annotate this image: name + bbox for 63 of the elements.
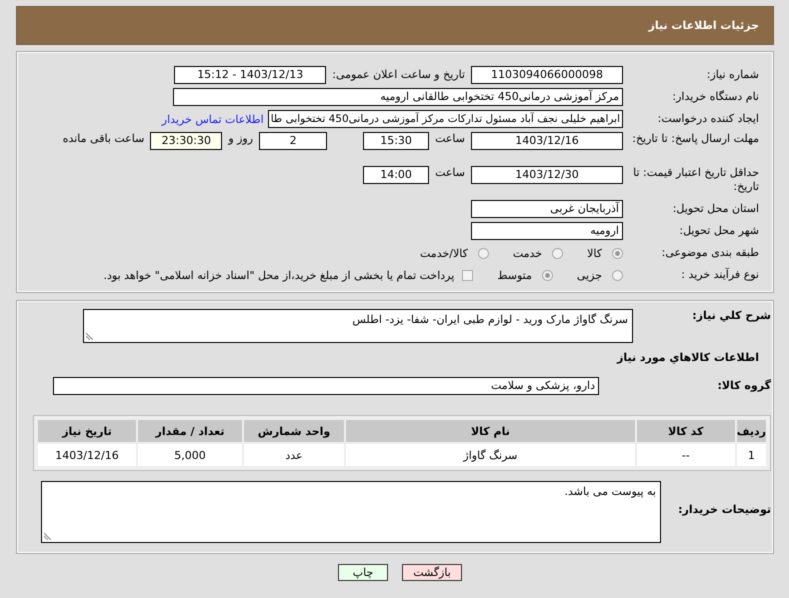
field-label: توضیحات خریدار: [677,503,771,517]
input-field[interactable]: 15:30 [363,132,430,150]
input-field[interactable]: 14:00 [363,166,430,184]
input-field[interactable]: 1403/12/30 [471,166,623,184]
field-label: متوسط [497,268,532,282]
field-label: نوع فرآیند خرید : [680,268,759,282]
field-label: خدمت [512,246,542,260]
input-field[interactable]: 23:30:30 [150,132,222,150]
field-label: شهر محل تحویل: [678,224,759,238]
back-button[interactable]: بازگشت [402,564,462,581]
print-button[interactable]: چاپ [338,564,388,581]
field-label: جزیی [576,268,602,282]
field-label: پرداخت تمام یا بخشی از مبلغ خرید،از محل "اسناد خزانه اسلامی" خواهد بود. [104,268,454,282]
input-field[interactable]: 1403/12/16 [471,132,623,150]
table-cell: 1403/12/16 [38,444,136,466]
field-label: مهلت ارسال پاسخ: تا تاریخ: [631,132,759,146]
field-label: ساعت [435,166,465,179]
input-field[interactable]: مرکز آموزشی درمانی450 تختخوابی طالقانی ارومیه [173,88,623,106]
input-field[interactable]: دارو، پزشکی و سلامت [53,377,599,395]
field-label: طبقه بندی موضوعی: [660,246,759,260]
resize-grip-icon[interactable] [44,532,52,540]
input-field[interactable]: 1403/12/13 - 15:12 [174,66,326,84]
page-title: جزئیات اطلاعات نیاز [648,19,759,32]
field-label: گروه کالا: [716,379,771,393]
contact-link[interactable]: اطلاعات تماس خریدار [162,112,264,126]
field-label: نام دستگاه خریدار: [671,90,759,104]
column-header: تاریخ نیاز [38,420,136,442]
checkbox[interactable] [462,270,474,280]
input-field[interactable]: آذربایجان غربی [471,200,623,218]
table-cell: 1 [736,444,766,466]
input-field[interactable]: ارومیه [471,222,623,240]
field-label: شماره نیاز: [706,68,759,82]
field-label: استان محل تحویل: [672,202,759,216]
column-header: تعداد / مقدار [138,420,242,442]
field-label: ایجاد کننده درخواست: [656,112,759,126]
field-label: کالا/خدمت [420,246,468,260]
input-field[interactable]: به پیوست می باشد. [41,481,661,543]
field-label: ساعت باقی مانده [62,132,144,145]
column-header: کد کالا [636,420,735,442]
column-header: واحد شمارش [244,420,344,442]
radio-button[interactable] [542,270,553,280]
resize-grip-icon[interactable] [86,332,94,340]
field-label: ساعت [435,132,465,145]
column-header: نام کالا [346,420,635,442]
field-label: روز و [228,132,254,145]
radio-button[interactable] [612,248,623,258]
radio-button[interactable] [478,248,489,258]
field-label: کالا [587,246,602,260]
table-cell: 5,000 [138,444,242,466]
field-label: حداقل تاریخ اعتبار قیمت: تا تاریخ: [632,166,759,194]
field-label: شرح کلي نياز: [691,309,771,323]
table-cell: سرنگ گاواژ [346,444,635,466]
input-field[interactable]: ابراهیم خلیلی نجف آباد مسئول تدارکات مرکز آموزشی درمانی450 تختخوابی طا [268,110,623,128]
input-field[interactable]: 1103094066000098 [471,66,623,84]
radio-button[interactable] [552,248,564,258]
input-field[interactable]: سرنگ گاواژ مارک ورید - لوازم طبی ایران- شفا- یزد- اطلس [83,309,633,343]
radio-button[interactable] [612,270,623,280]
section-heading: اطلاعات کالاهاي مورد نياز [617,351,759,365]
column-header: ردیف [736,420,766,442]
table-cell: -- [636,444,735,466]
input-field[interactable]: 2 [259,132,328,150]
field-label: تاریخ و ساعت اعلان عمومی: [332,68,465,82]
table-cell: عدد [244,444,344,466]
